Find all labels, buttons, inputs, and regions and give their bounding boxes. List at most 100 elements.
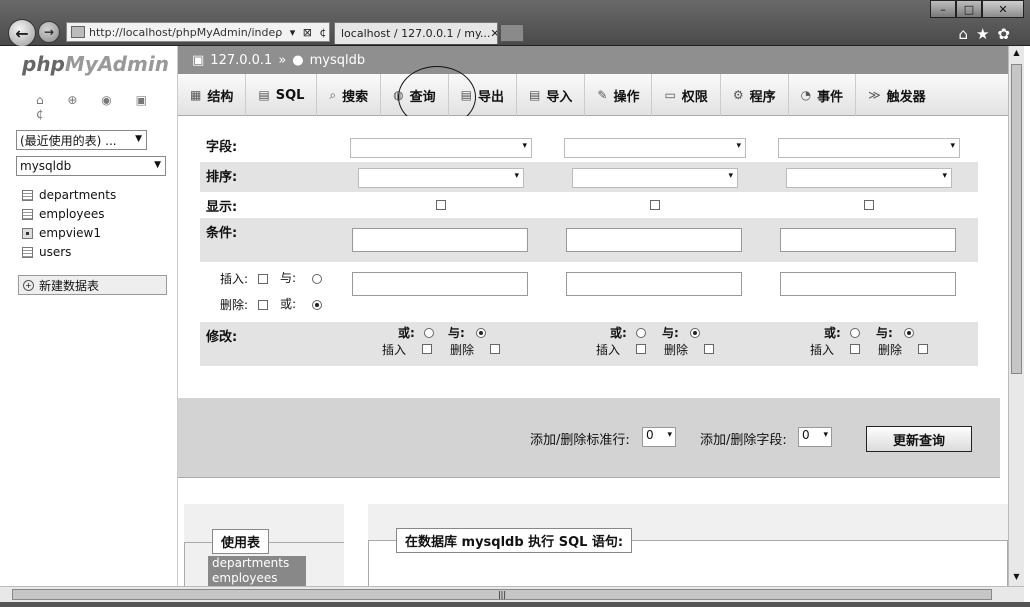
horizontal-scrollbar[interactable]: ||| — [0, 586, 1024, 602]
modify-or-radio-2[interactable] — [636, 328, 646, 338]
modify-or-radio-1[interactable] — [424, 328, 434, 338]
scroll-down-icon[interactable]: ▼ — [1011, 572, 1022, 584]
table-name[interactable]: users — [39, 245, 71, 259]
show-checkbox-1[interactable] — [436, 200, 446, 210]
modify-and-label-3: 与: — [876, 326, 893, 340]
browser-tab[interactable]: localhost / 127.0.0.1 / my... ✕ — [334, 22, 498, 44]
field-select-2[interactable] — [564, 138, 746, 158]
table-name[interactable]: employees — [39, 207, 104, 221]
criteria-extra-input-2[interactable] — [566, 272, 742, 296]
browser-toolbar-icons[interactable]: ⌂★✿ — [958, 25, 1018, 43]
update-query-button[interactable]: 更新查询 — [866, 426, 972, 452]
database-select[interactable]: mysqldb ▼ — [16, 156, 166, 176]
recent-tables-select[interactable]: (最近使用的表) ... ▼ — [16, 130, 147, 150]
tab-sql[interactable]: ▤ SQL — [246, 74, 318, 116]
vertical-scroll-thumb[interactable] — [1011, 64, 1022, 374]
database-icon: ● — [292, 52, 304, 68]
minimize-button[interactable]: – — [930, 0, 956, 18]
tab-import[interactable]: ▤ 导入 — [517, 74, 586, 116]
vertical-scrollbar[interactable]: ▲ ▼ — [1008, 46, 1024, 586]
tab-close-icon[interactable]: ✕ — [490, 27, 497, 40]
phpmyadmin-logo[interactable]: phpMyAdmin — [22, 52, 169, 76]
sort-select-1[interactable] — [358, 168, 524, 188]
criteria-extra-input-1[interactable] — [352, 272, 528, 296]
back-button[interactable]: ← — [8, 19, 36, 47]
privileges-icon: ▭ — [664, 88, 676, 102]
add-remove-fields-select[interactable]: 0 — [798, 427, 832, 447]
modify-insert-checkbox-1[interactable] — [422, 344, 432, 354]
modify-and-radio-1[interactable] — [476, 328, 486, 338]
or-radio[interactable] — [312, 300, 322, 310]
close-window-button[interactable]: ✕ — [982, 0, 1024, 18]
table-item-departments[interactable]: departments — [22, 186, 116, 204]
sort-select-3[interactable] — [786, 168, 952, 188]
table-item-employees[interactable]: employees — [22, 205, 104, 223]
modify-and-radio-3[interactable] — [904, 328, 914, 338]
quick-links-icons[interactable]: ⌂ ⊕ ◉ ▣ ¢ — [36, 93, 177, 121]
and-radio[interactable] — [312, 274, 322, 284]
modify-insert-checkbox-3[interactable] — [850, 344, 860, 354]
new-tab-button[interactable] — [500, 24, 524, 42]
show-checkbox-3[interactable] — [864, 200, 874, 210]
criteria-extra-row: 插入: 与: 删除: 或: — [200, 262, 978, 322]
tab-label: 导入 — [546, 89, 573, 105]
chevron-down-icon: ▼ — [135, 134, 142, 144]
maximize-button[interactable]: □ — [956, 0, 982, 18]
tab-triggers[interactable]: ≫ 触发器 — [856, 74, 938, 116]
table-name[interactable]: empview1 — [39, 226, 101, 240]
use-table-option[interactable]: departments — [212, 556, 306, 571]
modify-delete-checkbox-3[interactable] — [918, 344, 928, 354]
query-content: 字段: 排序: 显示: — [178, 116, 1008, 590]
forward-button[interactable]: → — [38, 21, 60, 43]
criteria-extra-input-3[interactable] — [780, 272, 956, 296]
modify-delete-checkbox-1[interactable] — [490, 344, 500, 354]
criteria-input-1[interactable] — [352, 228, 528, 252]
tab-events[interactable]: ◔ 事件 — [789, 74, 857, 116]
sort-label: 排序: — [206, 170, 238, 185]
field-select-1[interactable] — [350, 138, 532, 158]
tab-label: 权限 — [681, 89, 708, 105]
database-value: mysqldb — [20, 159, 72, 173]
criteria-row: 条件: — [200, 218, 978, 262]
breadcrumb-database[interactable]: mysqldb — [310, 53, 366, 68]
tab-operations[interactable]: ✎ 操作 — [585, 74, 653, 116]
tab-privileges[interactable]: ▭ 权限 — [652, 74, 721, 116]
tab-search[interactable]: ⌕ 搜索 — [317, 74, 382, 116]
use-tables-panel: 使用表 departments employees — [184, 504, 344, 590]
table-item-empview1[interactable]: empview1 — [22, 224, 101, 242]
criteria-input-2[interactable] — [566, 228, 742, 252]
tab-routines[interactable]: ⚙ 程序 — [721, 74, 789, 116]
horizontal-scroll-thumb[interactable]: ||| — [12, 589, 992, 600]
tab-label: 触发器 — [886, 89, 926, 105]
table-name[interactable]: departments — [39, 188, 116, 202]
modify-delete-checkbox-2[interactable] — [704, 344, 714, 354]
delete-criteria-checkbox[interactable] — [258, 300, 268, 310]
field-select-3[interactable] — [778, 138, 960, 158]
breadcrumb-server[interactable]: 127.0.0.1 — [210, 53, 272, 68]
new-table-button[interactable]: + 新建数据表 — [18, 275, 167, 295]
sort-select-2[interactable] — [572, 168, 738, 188]
address-bar[interactable]: http://localhost/phpMyAdmin/inde ρ ▾ ⊠ ¢… — [66, 22, 330, 42]
use-tables-list[interactable]: departments employees — [208, 556, 306, 586]
use-table-option[interactable]: employees — [212, 571, 306, 586]
tab-label: 事件 — [817, 89, 844, 105]
criteria-input-3[interactable] — [780, 228, 956, 252]
insert-criteria-checkbox[interactable] — [258, 274, 268, 284]
modify-and-radio-2[interactable] — [690, 328, 700, 338]
criteria-extra-cells — [334, 262, 978, 322]
sql-query-panel: 在数据库 mysqldb 执行 SQL 语句: — [368, 504, 1008, 590]
criteria-label: 条件: — [206, 226, 238, 241]
modify-or-radio-3[interactable] — [850, 328, 860, 338]
wrench-icon: ✎ — [597, 88, 608, 102]
table-item-users[interactable]: users — [22, 243, 71, 261]
modify-insert-checkbox-2[interactable] — [636, 344, 646, 354]
scroll-up-icon[interactable]: ▲ — [1011, 48, 1022, 60]
address-controls[interactable]: ρ ▾ ⊠ ¢ ✕ — [275, 26, 329, 39]
add-remove-rows-select[interactable]: 0 — [642, 427, 676, 447]
show-checkbox-2[interactable] — [650, 200, 660, 210]
add-remove-rows-label: 添加/删除标准行: — [530, 433, 630, 448]
tab-label: SQL — [275, 87, 305, 103]
tab-structure[interactable]: ▦ 结构 — [178, 74, 247, 116]
show-row: 显示: — [200, 192, 978, 218]
routines-icon: ⚙ — [732, 88, 744, 102]
